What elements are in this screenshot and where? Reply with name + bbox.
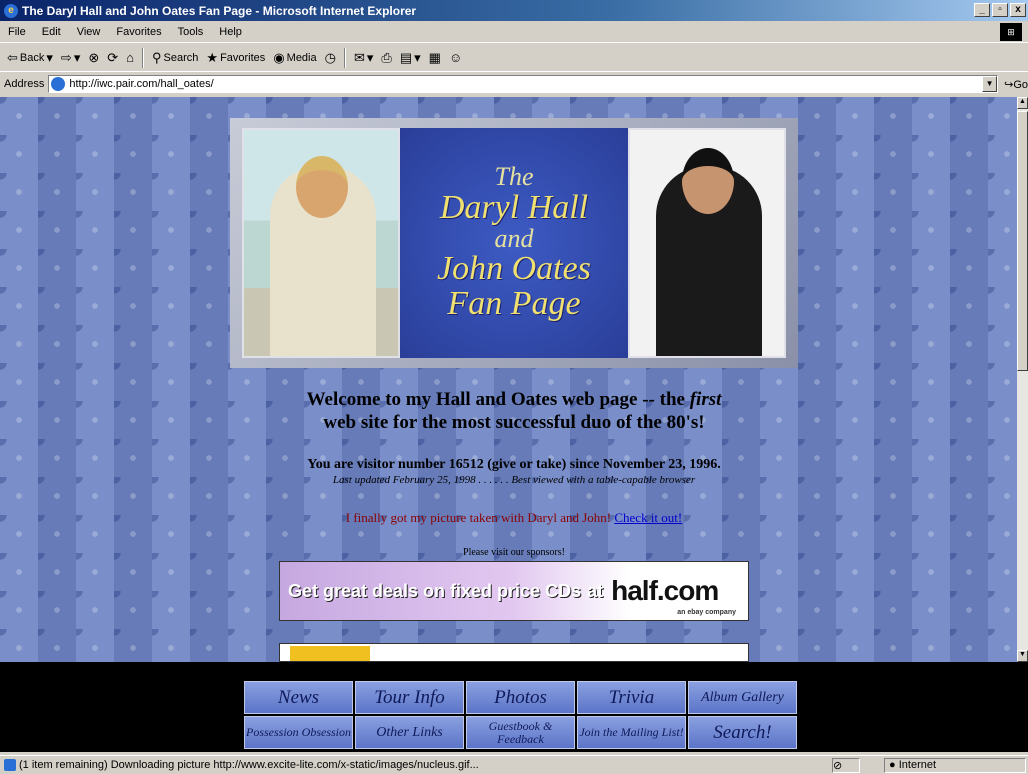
picture-note: I finally got my picture taken with Dary… xyxy=(345,510,683,525)
banner-title: The Daryl Hall and John Oates Fan Page xyxy=(400,128,628,358)
daryl-hall-photo xyxy=(242,128,400,358)
forward-arrow-icon: ⇨ xyxy=(60,49,72,65)
back-button[interactable]: ⇦ Back ▾ xyxy=(4,48,56,68)
nav-trivia[interactable]: Trivia xyxy=(577,681,686,714)
favorites-button[interactable]: ★ Favorites xyxy=(203,48,268,68)
address-bar: Address http://iwc.pair.com/hall_oates/ … xyxy=(0,73,1028,95)
discuss-icon: ▦ xyxy=(428,49,441,65)
half-com-ad-banner[interactable]: Get great deals on fixed price CDs at ha… xyxy=(279,561,749,621)
second-ad-banner[interactable] xyxy=(279,643,749,662)
dropdown-icon: ▾ xyxy=(46,49,53,65)
nav-guestbook-feedback[interactable]: Guestbook & Feedback xyxy=(466,716,575,749)
toolbar-separator xyxy=(343,47,346,68)
half-com-logo: half.com xyxy=(611,575,719,606)
page-icon xyxy=(51,77,66,91)
history-icon: ◷ xyxy=(324,49,336,65)
nav-search[interactable]: Search! xyxy=(688,716,797,749)
go-button[interactable]: ↪Go xyxy=(1004,78,1028,91)
menu-file[interactable]: File xyxy=(0,26,34,38)
menu-favorites[interactable]: Favorites xyxy=(108,26,169,38)
stop-icon: ⊗ xyxy=(88,49,100,65)
edit-button[interactable]: ▤ ▾ xyxy=(397,48,424,68)
address-dropdown-button[interactable]: ▼ xyxy=(982,76,998,92)
john-oates-photo xyxy=(628,128,786,358)
scroll-up-button[interactable]: ▲ xyxy=(1017,97,1028,109)
maximize-button[interactable]: ▫ xyxy=(992,3,1008,17)
banner-frame: The Daryl Hall and John Oates Fan Page xyxy=(230,118,798,368)
nav-tour-info[interactable]: Tour Info xyxy=(355,681,464,714)
window-titlebar: e The Daryl Hall and John Oates Fan Page… xyxy=(0,0,1028,21)
scroll-down-button[interactable]: ▼ xyxy=(1017,650,1028,662)
ie-icon: e xyxy=(4,3,18,18)
sponsors-text: Please visit our sponsors! xyxy=(463,547,565,558)
zone-panel: ● Internet xyxy=(884,758,1026,773)
mail-icon: ✉ xyxy=(353,49,365,65)
search-icon: ⚲ xyxy=(152,49,162,65)
back-arrow-icon: ⇦ xyxy=(7,49,18,65)
window-title: The Daryl Hall and John Oates Fan Page -… xyxy=(22,3,417,18)
security-panel: ⊘ xyxy=(832,758,860,773)
dropdown-icon: ▾ xyxy=(366,49,374,65)
status-bar: (1 item remaining) Downloading picture h… xyxy=(0,755,1028,774)
nav-album-gallery[interactable]: Album Gallery xyxy=(688,681,797,714)
menu-edit[interactable]: Edit xyxy=(34,26,69,38)
security-icon: ⊘ xyxy=(833,760,843,772)
check-it-out-link[interactable]: Check it out! xyxy=(614,510,682,525)
nav-news[interactable]: News xyxy=(244,681,353,714)
go-arrow-icon: ↪ xyxy=(1004,78,1014,91)
discuss-button[interactable]: ▦ xyxy=(426,48,444,68)
scroll-thumb[interactable] xyxy=(1017,111,1028,371)
window-controls: _ ▫ x xyxy=(974,3,1026,17)
visitor-counter: You are visitor number 16512 (give or ta… xyxy=(307,457,721,472)
home-icon: ⌂ xyxy=(126,50,135,65)
toolbar: ⇦ Back ▾ ⇨ ▾ ⊗ ⟳ ⌂ ⚲ Search ★ Favorites ◉ Medi… xyxy=(0,44,1028,72)
last-updated: Last updated February 25, 1998 . . . . .… xyxy=(332,474,696,486)
search-button[interactable]: ⚲ Search xyxy=(149,48,201,68)
dropdown-icon: ▾ xyxy=(73,49,81,65)
welcome-heading: Welcome to my Hall and Oates web page --… xyxy=(306,389,722,433)
close-button[interactable]: x xyxy=(1010,3,1026,17)
media-icon: ◉ xyxy=(273,49,285,65)
forward-button[interactable]: ⇨ ▾ xyxy=(58,48,83,68)
refresh-icon: ⟳ xyxy=(107,49,119,65)
windows-logo-icon: ⊞ xyxy=(1000,23,1022,41)
home-button[interactable]: ⌂ xyxy=(123,48,137,67)
edit-icon: ▤ xyxy=(399,49,413,65)
history-button[interactable]: ◷ xyxy=(322,48,339,68)
menu-bar: File Edit View Favorites Tools Help ⊞ xyxy=(0,21,1028,43)
navigation-buttons: News Tour Info Photos Trivia Album Galle… xyxy=(244,681,797,749)
menu-tools[interactable]: Tools xyxy=(170,26,212,38)
address-label: Address xyxy=(4,78,45,90)
refresh-button[interactable]: ⟳ xyxy=(104,48,121,68)
nav-mailing-list[interactable]: Join the Mailing List! xyxy=(577,716,686,749)
toolbar-separator xyxy=(142,47,145,68)
minimize-button[interactable]: _ xyxy=(974,3,990,17)
page-loading-icon xyxy=(4,759,16,771)
favorites-icon: ★ xyxy=(206,49,219,65)
nav-possession-obsession[interactable]: Possession Obsession xyxy=(244,716,353,749)
dropdown-icon: ▾ xyxy=(414,49,421,65)
menu-help[interactable]: Help xyxy=(211,26,250,38)
stop-button[interactable]: ⊗ xyxy=(85,48,102,68)
banner: The Daryl Hall and John Oates Fan Page xyxy=(242,128,786,358)
address-url: http://iwc.pair.com/hall_oates/ xyxy=(69,78,214,90)
print-button[interactable]: ⎙ xyxy=(378,48,394,68)
nav-other-links[interactable]: Other Links xyxy=(355,716,464,749)
vertical-scrollbar[interactable]: ▲ ▼ xyxy=(1017,97,1028,662)
mail-button[interactable]: ✉ ▾ xyxy=(351,48,376,68)
print-icon: ⎙ xyxy=(381,49,392,65)
status-text: (1 item remaining) Downloading picture h… xyxy=(19,759,479,771)
globe-icon: ● xyxy=(889,759,896,771)
messenger-icon: ☺ xyxy=(448,50,463,65)
nav-photos[interactable]: Photos xyxy=(466,681,575,714)
messenger-button[interactable]: ☺ xyxy=(446,48,465,67)
address-input[interactable]: http://iwc.pair.com/hall_oates/ ▼ xyxy=(48,75,999,93)
menu-view[interactable]: View xyxy=(69,26,109,38)
media-button[interactable]: ◉ Media xyxy=(270,48,319,68)
